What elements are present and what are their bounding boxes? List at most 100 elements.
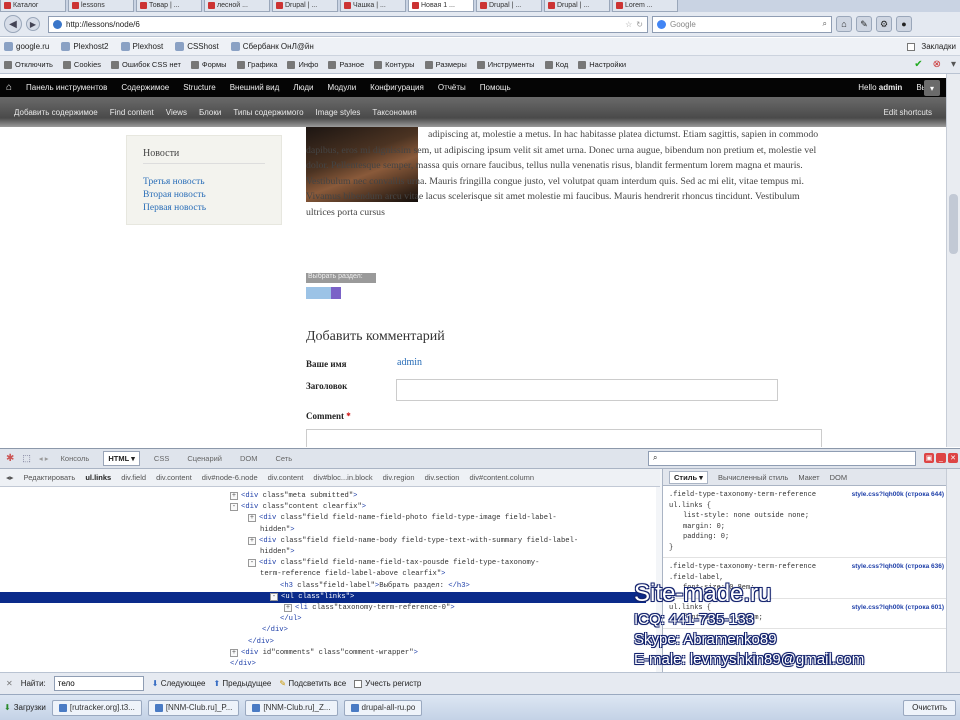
devbar-item[interactable]: Код [544,60,568,69]
collapse-icon[interactable]: - [230,503,238,512]
devbar-item[interactable]: Отключить [4,60,53,69]
admin-menu-item[interactable]: Панель инструментов [26,83,107,92]
match-case-checkbox[interactable]: Учесть регистр [354,679,421,688]
admin-menu-item[interactable]: Помощь [480,83,511,92]
html-node[interactable]: - <div class"field field-name-field-tax-p… [0,558,656,569]
browser-tab[interactable]: Drupal | ... [544,0,610,12]
style-tab[interactable]: Макет [798,473,819,482]
breadcrumb-item[interactable]: div#node-6.node [202,473,258,482]
admin-menu-item[interactable]: Конфигурация [370,83,424,92]
css-rule-source[interactable]: style.css?lqh00k (строка 636) [852,562,944,573]
browser-tab[interactable]: lessons [68,0,134,12]
edit-shortcuts-link[interactable]: Edit shortcuts [884,108,932,117]
expand-icon[interactable]: + [230,492,238,500]
devbar-item[interactable]: Инфо [287,60,318,69]
browser-tab[interactable]: Drupal | ... [476,0,542,12]
taskbar-item[interactable]: [NNM-Club.ru]_P... [147,699,240,716]
bookmark-item[interactable]: google.ru [4,42,49,51]
options-icon[interactable]: ▾ [951,59,956,70]
bookmark-item[interactable]: Сбербанк ОнЛ@йн [230,42,314,51]
browser-tab[interactable]: Товар | ... [136,0,202,12]
html-node[interactable]: + <div class"field field-name-body field-… [0,536,656,547]
style-tab[interactable]: DOM [830,473,848,482]
breadcrumb-item[interactable]: Редактировать [24,473,76,482]
style-tab[interactable]: Вычисленный стиль [718,473,788,482]
devbar-item[interactable]: Контуры [374,60,415,69]
shortcut-link[interactable]: Добавить содержимое [14,108,98,117]
html-node-selected[interactable]: - <ul class"links"> [0,591,646,604]
firebug-detach-icon[interactable]: ▣ [924,453,934,463]
back-button[interactable]: ◀ [4,15,22,33]
firebug-close-icon[interactable]: ✕ [948,453,958,463]
find-close-icon[interactable]: ✕ [6,679,13,688]
addon-icon[interactable]: ⚙ [876,16,892,32]
find-input[interactable] [53,676,144,691]
admin-menu-item[interactable]: Люди [293,83,313,92]
devbar-item[interactable]: Cookies [62,60,101,69]
css-property[interactable]: list-style: none outside none; [669,511,940,522]
browser-tab[interactable]: Каталог [0,0,66,12]
firebug-tab[interactable]: HTML ▾ [103,451,140,466]
edit-icon[interactable]: ✎ [856,16,872,32]
bookmarks-menu[interactable]: Закладки [907,42,956,51]
shortcut-link[interactable]: Таксономия [372,108,416,117]
home-icon[interactable]: ⌂ [836,16,852,32]
browser-tab[interactable]: Новая 1 ... [408,0,474,12]
search-bar[interactable]: Google ⌕ [652,15,832,33]
admin-menu-item[interactable]: Отчёты [438,83,466,92]
css-rule-source[interactable]: style.css?lqh00k (строка 601) [852,603,944,614]
breadcrumb-item[interactable]: div.section [425,473,460,482]
shortcut-link[interactable]: Views [166,108,187,117]
toggle-shortcuts-icon[interactable]: ▾ [924,80,940,96]
breadcrumb-item[interactable]: div.field [121,473,146,482]
expand-icon[interactable]: + [230,648,238,657]
firebug-icon[interactable]: ● [896,16,912,32]
highlight-all-button[interactable]: ✎ Подсветить все [279,679,346,688]
admin-menu-item[interactable]: Модули [328,83,357,92]
reload-icon[interactable]: ↻ [636,20,643,29]
firebug-minimize-icon[interactable]: _ [936,453,946,463]
bookmark-item[interactable]: Plexhost [120,42,163,51]
style-tab[interactable]: Стиль ▾ [669,470,708,484]
html-node[interactable]: + <div id"comments" class"comment-wrapper… [0,648,656,659]
term-link-highlight[interactable] [306,287,341,299]
browser-tab[interactable]: Чашка | ... [340,0,406,12]
taskbar-item[interactable]: [rutracker.org].t3... [51,699,142,716]
expand-icon[interactable]: + [284,604,292,613]
browser-tab[interactable]: лесной ... [204,0,270,12]
css-rule[interactable]: style.css?lqh00k (строка 644) .field-type… [663,486,946,558]
devbar-item[interactable]: Инструменты [476,60,535,69]
nav-arrows-icon[interactable]: ◂ ▸ [39,454,49,463]
css-property[interactable]: padding: 0; [669,532,940,543]
firebug-tab[interactable]: CSS [150,452,173,465]
breadcrumb-item[interactable]: ul.links [85,473,111,482]
admin-menu-item[interactable]: Внешний вид [230,83,280,92]
firebug-tab[interactable]: DOM [236,452,262,465]
html-node[interactable]: hidden"> [0,525,656,536]
firebug-tab[interactable]: Консоль [57,452,94,465]
admin-menu-item[interactable]: Structure [183,83,215,92]
shortcut-link[interactable]: Блоки [199,108,221,117]
devbar-item[interactable]: Настройки [578,60,626,69]
html-node[interactable]: + <div class"meta submitted"> [0,491,656,502]
clear-downloads-button[interactable]: Очистить [903,699,956,716]
name-value-link[interactable]: admin [397,357,422,368]
shortcut-link[interactable]: Image styles [316,108,361,117]
devbar-item[interactable]: Графика [236,60,277,69]
breadcrumb-item[interactable]: div.content [156,473,192,482]
breadcrumb-item[interactable]: div.content [268,473,304,482]
devbar-item[interactable]: Размеры [424,60,467,69]
css-rule-source[interactable]: style.css?lqh00k (строка 644) [852,490,944,501]
find-prev-button[interactable]: ⬆ Предыдущее [213,679,271,688]
browser-tab[interactable]: Lorem ... [612,0,678,12]
html-node[interactable]: + <div class"field field-name-field-photo… [0,513,656,524]
html-node[interactable]: </div> [0,659,656,670]
page-scrollbar[interactable] [946,74,960,447]
firebug-tab[interactable]: Сеть [272,452,297,465]
taskbar-item[interactable]: [NNM-Club.ru]_Z... [245,699,338,716]
html-node[interactable]: - <div class"content clearfix"> [0,502,656,513]
breadcrumb-item[interactable]: div#content.column [469,473,534,482]
url-bar[interactable]: http://lessons/node/6 ☆ ↻ [48,15,648,33]
html-node[interactable]: </ul> [0,614,656,625]
bookmark-item[interactable]: CSShost [175,42,219,51]
